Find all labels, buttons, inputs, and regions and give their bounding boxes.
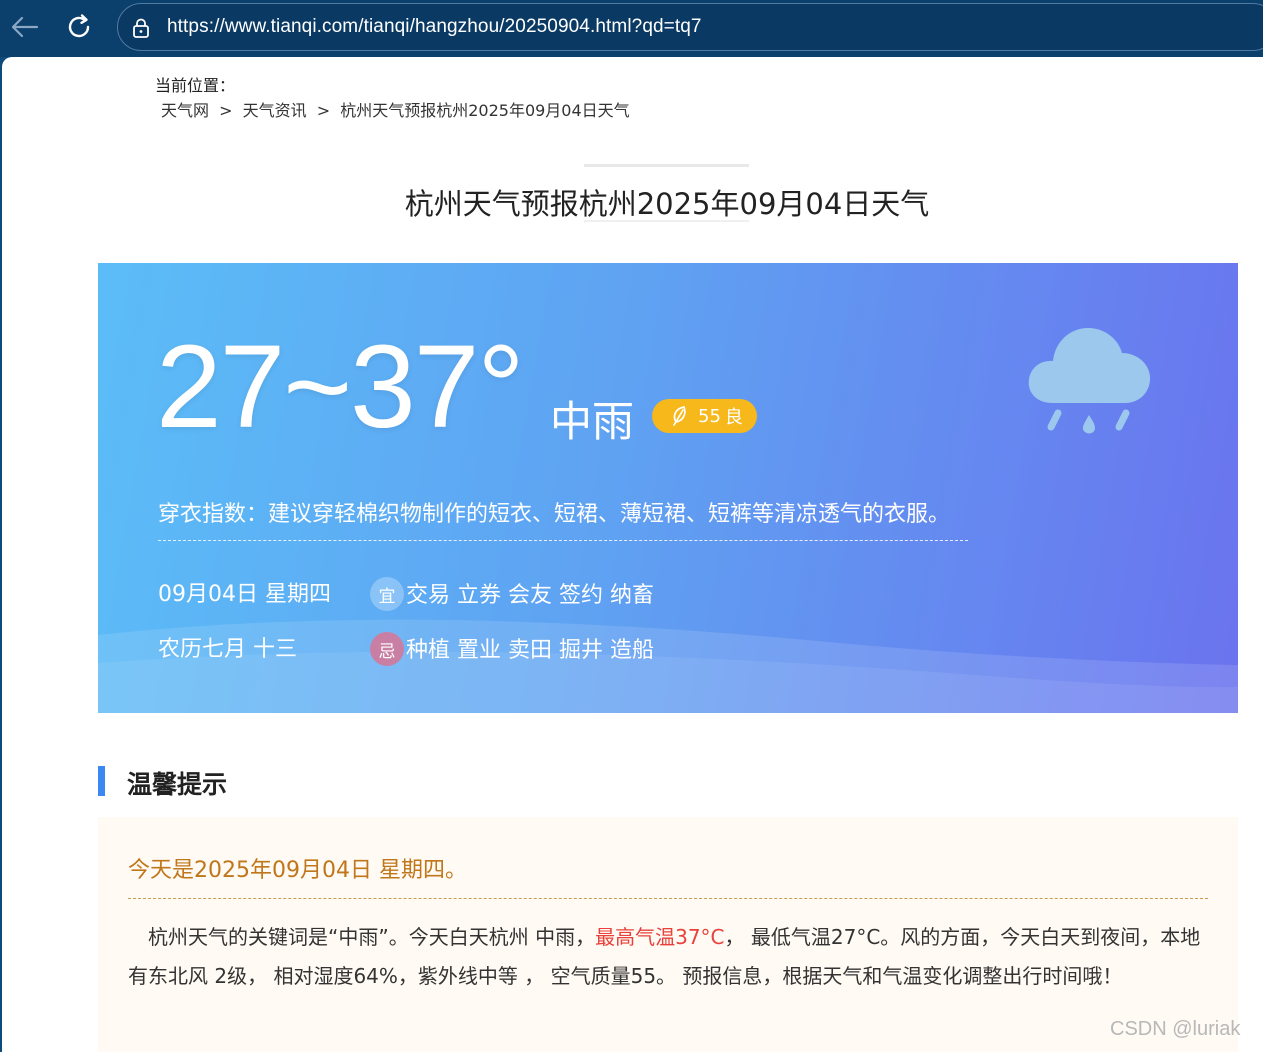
yi-badge: 宜: [370, 577, 404, 611]
tips-highlight: 最高气温37°C: [595, 925, 725, 949]
back-button[interactable]: [8, 10, 42, 44]
breadcrumb-separator: >: [219, 101, 233, 120]
tips-text-part1: 杭州天气的关键词是“中雨”。今天白天杭州 中雨，: [128, 925, 596, 949]
watermark: CSDN @luriak: [1110, 1018, 1241, 1040]
reload-button[interactable]: [62, 10, 96, 44]
weather-condition: 中雨: [550, 397, 635, 446]
tips-heading: 温馨提示: [127, 770, 228, 799]
weather-card: 27~37° 中雨 55 良 穿衣指数：建议穿轻棉织物制作的短衣、短裙、薄短裙、…: [98, 263, 1238, 713]
browser-toolbar: https://www.tianqi.com/tianqi/hangzhou/2…: [0, 0, 1263, 57]
page-title: 杭州天气预报杭州2025年09月04日天气: [404, 187, 930, 221]
reload-icon: [68, 14, 90, 38]
lunar-date: 农历七月 十三: [158, 637, 297, 662]
breadcrumb-item-home[interactable]: 天气网: [161, 101, 209, 120]
lock-icon[interactable]: [130, 17, 152, 39]
section-accent-bar: [98, 766, 105, 796]
breadcrumb: 天气网 > 天气资讯 > 杭州天气预报杭州2025年09月04日天气: [161, 97, 635, 121]
suitable-activities: 宜 交易 立券 会友 签约 纳畜: [370, 574, 654, 611]
avoid-activities: 忌 种植 置业 卖田 掘井 造船: [370, 629, 654, 666]
page-content: 当前位置： 天气网 > 天气资讯 > 杭州天气预报杭州2025年09月04日天气…: [2, 57, 1263, 1052]
title-divider-bottom: [584, 220, 749, 222]
aqi-badge[interactable]: 55 良: [652, 399, 757, 433]
breadcrumb-item-news[interactable]: 天气资讯: [243, 101, 307, 120]
ji-badge: 忌: [370, 632, 404, 666]
yi-items: 交易 立券 会友 签约 纳畜: [406, 582, 654, 608]
tips-date: 今天是2025年09月04日 星期四。: [128, 858, 467, 883]
breadcrumb-separator: >: [316, 101, 331, 120]
arrow-left-icon: [11, 16, 39, 38]
date-weekday: 09月04日 星期四: [158, 582, 331, 607]
aqi-level: 良: [724, 407, 743, 428]
divider: [158, 540, 968, 541]
leaf-icon: [673, 406, 686, 426]
rain-cloud-icon: [1028, 327, 1151, 434]
temperature-range: 27~37°: [156, 321, 525, 453]
title-divider-top: [584, 164, 749, 167]
address-bar[interactable]: https://www.tianqi.com/tianqi/hangzhou/2…: [117, 3, 1263, 51]
ji-items: 种植 置业 卖田 掘井 造船: [406, 637, 654, 663]
breadcrumb-label: 当前位置：: [155, 76, 236, 95]
tips-box: 今天是2025年09月04日 星期四。 杭州天气的关键词是“中雨”。今天白天杭州…: [98, 817, 1238, 1052]
tips-divider: [128, 898, 1208, 899]
url-text[interactable]: https://www.tianqi.com/tianqi/hangzhou/2…: [167, 16, 702, 38]
clothing-index: 穿衣指数：建议穿轻棉织物制作的短衣、短裙、薄短裙、短裤等清凉透气的衣服。: [158, 502, 951, 527]
tips-paragraph: 杭州天气的关键词是“中雨”。今天白天杭州 中雨，最高气温37°C， 最低气温27…: [128, 918, 1213, 996]
aqi-value: 55: [698, 405, 721, 427]
breadcrumb-item-current: 杭州天气预报杭州2025年09月04日天气: [340, 101, 630, 120]
